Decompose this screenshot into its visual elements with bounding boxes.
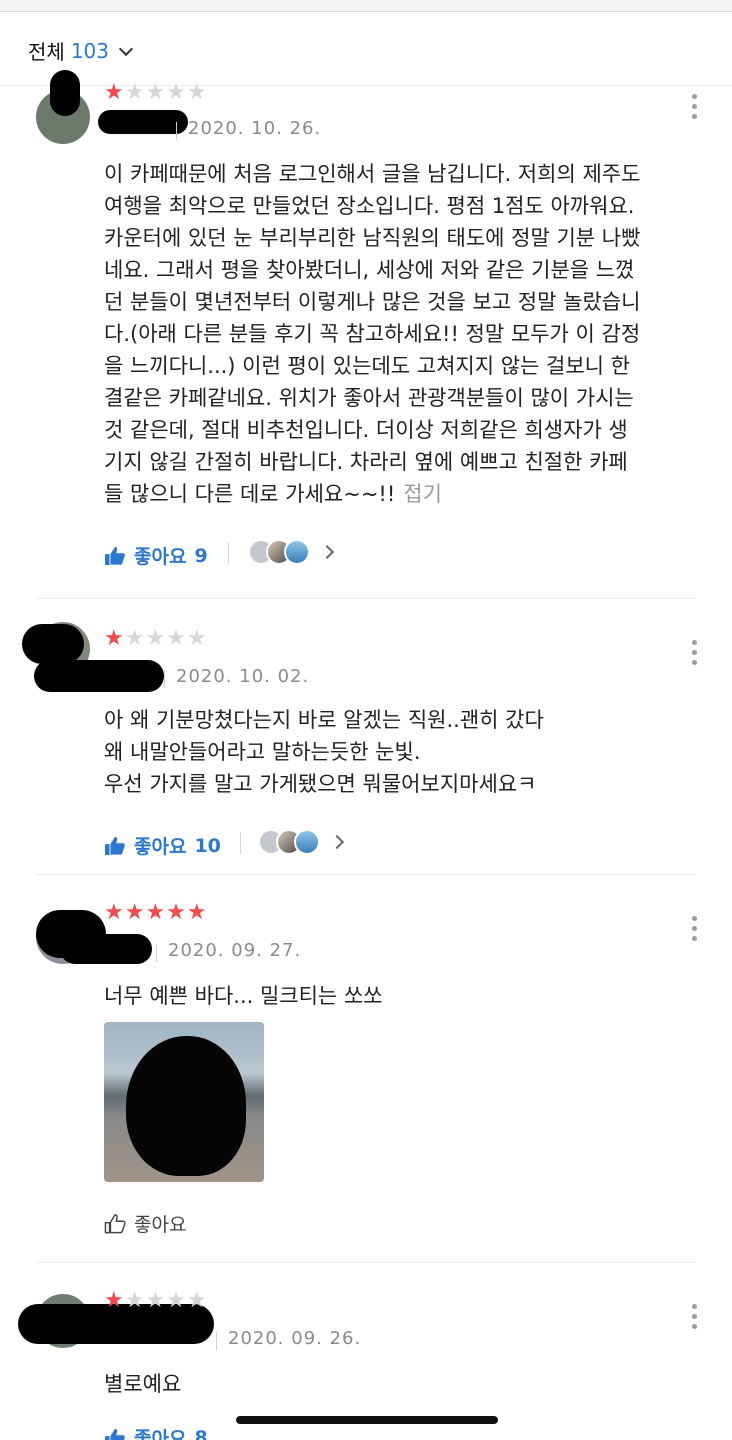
- redaction-mark: [98, 110, 188, 134]
- redaction-mark: [34, 660, 164, 692]
- star-rating: ★★★★★: [104, 900, 208, 925]
- more-options-icon[interactable]: [692, 640, 698, 665]
- fold-link[interactable]: 접기: [403, 482, 442, 506]
- star-rating: ★★★★★: [104, 626, 208, 651]
- separator: [176, 122, 177, 140]
- thumbs-up-icon: [105, 836, 125, 855]
- review-date: 2020. 09. 26.: [228, 1328, 362, 1349]
- more-options-icon[interactable]: [692, 94, 698, 119]
- liker-avatars[interactable]: [258, 829, 345, 855]
- separator: [164, 670, 165, 688]
- like-button[interactable]: 좋아요 10: [104, 832, 221, 859]
- separator: [156, 944, 157, 962]
- like-label: 좋아요: [134, 836, 187, 858]
- review-item: ★★★★★ 2020. 09. 27. 너무 예쁜 바다... 밀크티는 쏘쏘 …: [0, 890, 732, 1262]
- redaction-mark: [50, 70, 80, 116]
- like-label: 좋아요: [134, 546, 187, 568]
- divider: [36, 874, 696, 875]
- liker-avatars[interactable]: [248, 539, 335, 565]
- like-count: 9: [194, 544, 208, 567]
- review-date: 2020. 10. 02.: [176, 666, 310, 687]
- home-indicator[interactable]: [236, 1416, 498, 1424]
- thumbs-up-icon: [104, 1213, 126, 1233]
- avatar: [284, 539, 310, 565]
- separator: [240, 832, 241, 854]
- thumbs-up-icon: [105, 1428, 125, 1440]
- thumbs-up-icon: [105, 546, 125, 565]
- avatar: [294, 829, 320, 855]
- review-text: 이 카페때문에 처음 로그인해서 글을 남깁니다. 저희의 제주도 여행을 최악…: [104, 162, 641, 506]
- like-label: 좋아요: [134, 1214, 187, 1236]
- review-filter-dropdown[interactable]: 전체 103: [28, 36, 134, 65]
- more-options-icon[interactable]: [692, 916, 698, 941]
- redaction-mark: [60, 934, 152, 964]
- review-text: 아 왜 기분망쳤다는지 바로 알겠는 직원..괜히 갔다 왜 내말안들어라고 말…: [104, 708, 544, 796]
- review-text: 너무 예쁜 바다... 밀크티는 쏘쏘: [104, 984, 383, 1008]
- chevron-right-icon: [329, 834, 345, 850]
- filter-label: 전체: [28, 40, 65, 64]
- top-edge: [0, 0, 732, 12]
- like-button[interactable]: 좋아요 9: [104, 542, 208, 569]
- review-date: 2020. 10. 26.: [188, 118, 322, 139]
- separator: [228, 542, 229, 564]
- like-count: 8: [194, 1426, 208, 1440]
- chevron-down-icon: [118, 41, 134, 56]
- review-item: ★★★★★ 2020. 10. 26. 이 카페때문에 처음 로그인해서 글을 …: [0, 70, 732, 598]
- review-count: 103: [70, 38, 109, 63]
- more-options-icon[interactable]: [692, 1304, 698, 1329]
- chevron-right-icon: [319, 544, 335, 560]
- like-button[interactable]: 좋아요 8: [104, 1424, 208, 1440]
- like-button[interactable]: 좋아요: [104, 1210, 186, 1237]
- star-rating: ★★★★★: [104, 1288, 208, 1313]
- redaction-mark: [22, 624, 84, 664]
- divider: [36, 598, 696, 599]
- review-date: 2020. 09. 27.: [168, 940, 302, 961]
- like-count: 10: [194, 834, 221, 857]
- like-label: 좋아요: [134, 1428, 187, 1440]
- star-rating: ★★★★★: [104, 80, 208, 105]
- divider: [36, 1262, 696, 1263]
- review-photo[interactable]: [104, 1022, 264, 1182]
- review-text: 별로예요: [104, 1372, 182, 1396]
- separator: [216, 1332, 217, 1350]
- review-header: 전체 103: [0, 12, 732, 86]
- review-item: ★★★★★ 2020. 10. 02. 아 왜 기분망쳤다는지 바로 알겠는 직…: [0, 614, 732, 874]
